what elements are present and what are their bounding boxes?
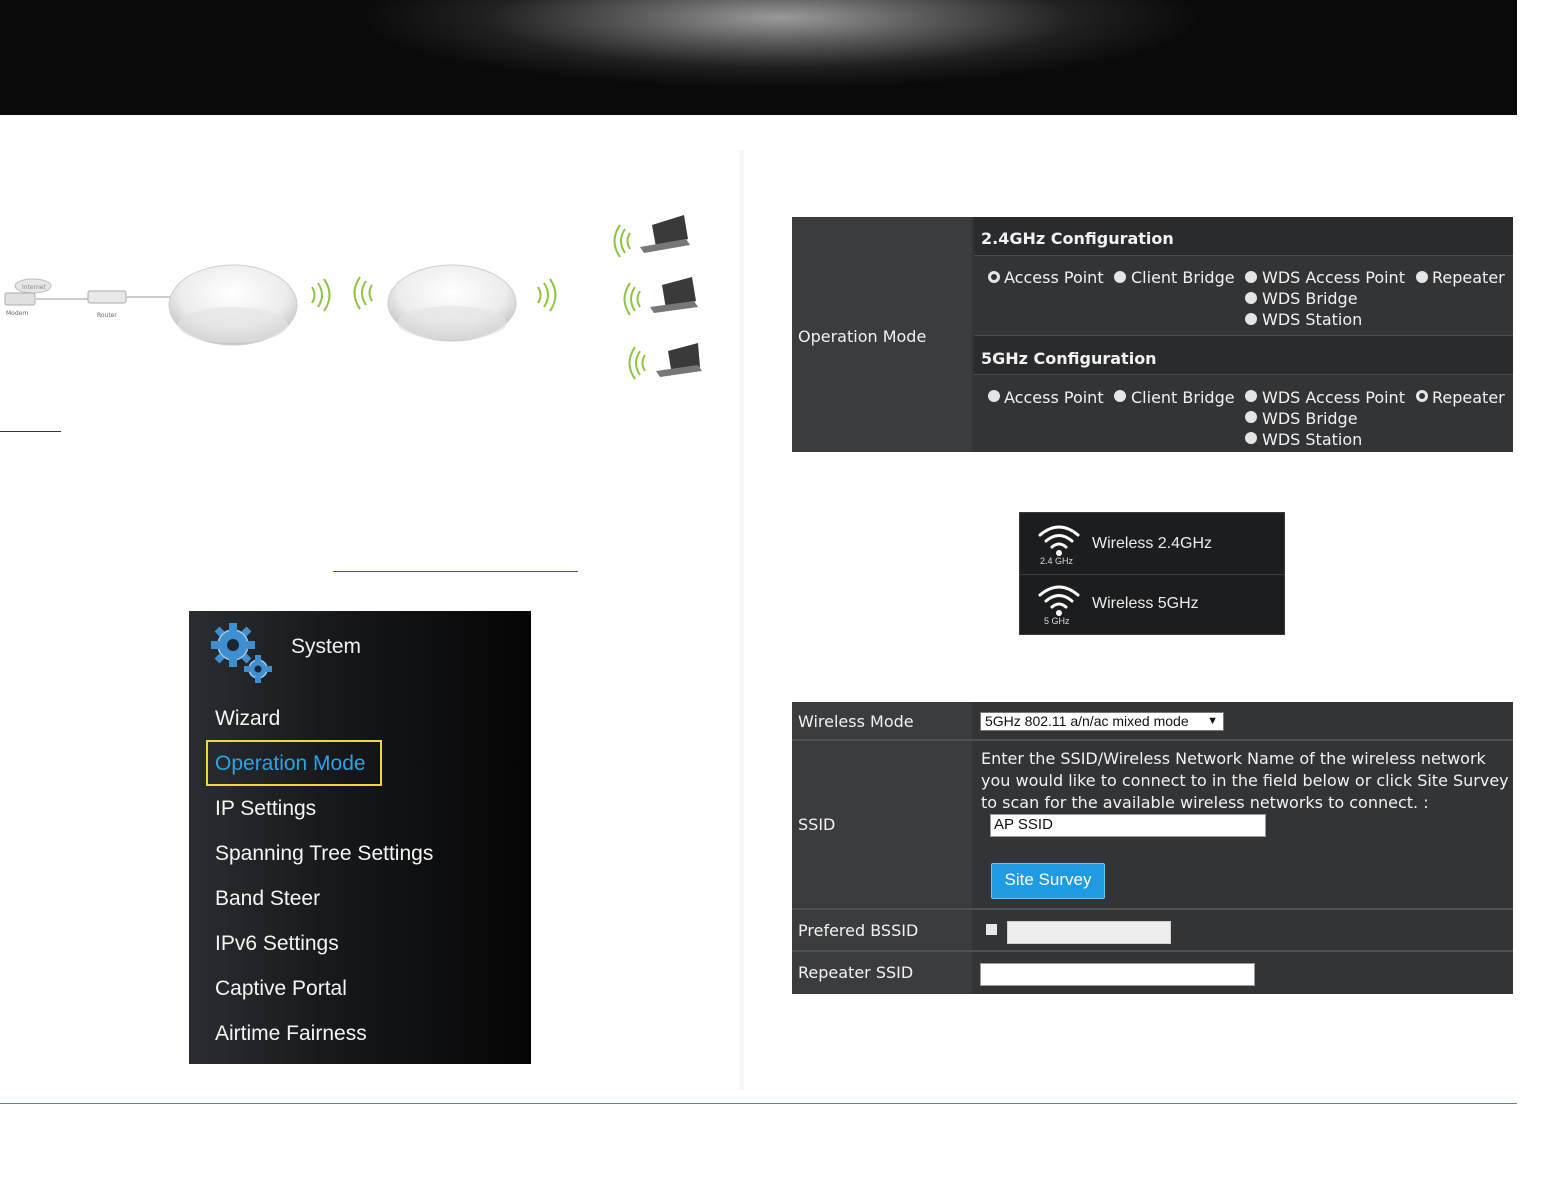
option-5-client-bridge: Client Bridge — [1131, 388, 1235, 407]
option-24-client-bridge: Client Bridge — [1131, 268, 1235, 287]
band24-header: 2.4GHz Configuration — [981, 229, 1174, 248]
row-divider — [792, 950, 1513, 952]
menu-item-band-steer[interactable]: Band Steer — [215, 886, 320, 912]
menu-item-operation-mode[interactable]: Operation Mode — [215, 751, 366, 777]
laptop-icon — [656, 343, 702, 377]
footer-rule — [0, 1103, 1517, 1104]
gears-icon — [211, 623, 272, 683]
access-point-icon — [387, 264, 517, 342]
band5-header: 5GHz Configuration — [981, 349, 1157, 368]
note-underline — [0, 431, 61, 432]
radio-5-repeater[interactable] — [1416, 390, 1428, 402]
radio-24-access-point[interactable] — [988, 271, 1000, 283]
preferred-bssid-label: Prefered BSSID — [798, 921, 919, 940]
header-banner — [0, 0, 1517, 115]
ssid-help-line-3: to scan for the available wireless netwo… — [981, 793, 1429, 812]
wireless-menu: 2.4 GHz Wireless 2.4GHz 5 GHz Wireless 5… — [1019, 512, 1285, 635]
hyperlink-underline[interactable] — [333, 571, 578, 572]
row-divider — [792, 908, 1513, 910]
row-divider — [792, 739, 1513, 741]
ssid-label: SSID — [798, 815, 836, 834]
operation-mode-label: Operation Mode — [798, 327, 927, 346]
menu-item-wireless-24[interactable]: 2.4 GHz Wireless 2.4GHz — [1020, 513, 1284, 573]
radio-5-wds-bridge[interactable] — [1245, 411, 1257, 423]
menu-item-ip-settings[interactable]: IP Settings — [215, 796, 316, 822]
radio-24-wds-station[interactable] — [1245, 313, 1257, 325]
option-5-wds-bridge: WDS Bridge — [1262, 409, 1358, 428]
laptop-icon — [650, 277, 698, 313]
band-label-5: 5 GHz — [1044, 616, 1070, 626]
system-menu: System Wizard Operation Mode IP Settings… — [189, 611, 531, 1064]
band-label-24: 2.4 GHz — [1040, 556, 1074, 566]
option-24-wds-access-point: WDS Access Point — [1262, 268, 1405, 287]
menu-item-spanning-tree[interactable]: Spanning Tree Settings — [215, 841, 433, 867]
radio-24-wds-access-point[interactable] — [1245, 271, 1257, 283]
menu-item-airtime-fairness[interactable]: Airtime Fairness — [215, 1021, 367, 1047]
option-24-wds-station: WDS Station — [1262, 310, 1363, 329]
option-24-access-point: Access Point — [1004, 268, 1104, 287]
preferred-bssid-checkbox[interactable] — [986, 924, 997, 935]
wireless-mode-select[interactable]: 5GHz 802.11 a/n/ac mixed mode ▼ — [980, 712, 1224, 731]
access-point-icon — [168, 264, 298, 346]
radio-24-repeater[interactable] — [1416, 271, 1428, 283]
radio-5-wds-access-point[interactable] — [1245, 390, 1257, 402]
radio-5-client-bridge[interactable] — [1114, 390, 1126, 402]
wireless-24-label: Wireless 2.4GHz — [1092, 535, 1213, 552]
option-24-wds-bridge: WDS Bridge — [1262, 289, 1358, 308]
laptop-icon — [640, 215, 690, 253]
preferred-bssid-input[interactable] — [1007, 921, 1171, 944]
option-5-wds-access-point: WDS Access Point — [1262, 388, 1405, 407]
wifi-icon — [1038, 585, 1080, 616]
router-icon: Router — [87, 290, 127, 319]
repeater-ssid-input[interactable] — [980, 963, 1255, 986]
ssid-input[interactable]: AP SSID — [990, 814, 1266, 837]
network-diagram: Internet Modem Router — [4, 215, 702, 380]
wireless-5-label: Wireless 5GHz — [1092, 595, 1199, 612]
dropdown-arrow-icon: ▼ — [1207, 715, 1218, 727]
option-5-access-point: Access Point — [1004, 388, 1104, 407]
row-divider — [974, 374, 1513, 375]
option-5-repeater: Repeater — [1432, 388, 1505, 407]
repeater-ssid-label: Repeater SSID — [798, 963, 914, 982]
menu-item-wizard[interactable]: Wizard — [215, 706, 280, 732]
repeater-settings-table: Wireless Mode 5GHz 802.11 a/n/ac mixed m… — [792, 702, 1513, 994]
radio-24-wds-bridge[interactable] — [1245, 292, 1257, 304]
modem-icon: Modem — [4, 292, 36, 317]
site-survey-button[interactable]: Site Survey — [991, 863, 1105, 899]
wireless-mode-value: 5GHz 802.11 a/n/ac mixed mode — [985, 713, 1189, 729]
row-divider — [974, 255, 1513, 256]
ssid-help-line-1: Enter the SSID/Wireless Network Name of … — [981, 749, 1486, 768]
column-divider — [739, 150, 745, 1090]
wireless-mode-label: Wireless Mode — [798, 712, 914, 731]
wifi-icon — [1038, 525, 1080, 556]
modem-label: Modem — [6, 310, 28, 317]
system-menu-title: System — [291, 635, 362, 658]
internet-label: Internet — [22, 284, 46, 291]
option-24-repeater: Repeater — [1432, 268, 1505, 287]
option-5-wds-station: WDS Station — [1262, 430, 1363, 449]
ssid-help-line-2: you would like to connect to in the fiel… — [981, 771, 1509, 790]
menu-item-wireless-5[interactable]: 5 GHz Wireless 5GHz — [1020, 574, 1284, 635]
radio-5-wds-station[interactable] — [1245, 432, 1257, 444]
radio-24-client-bridge[interactable] — [1114, 271, 1126, 283]
menu-item-ipv6-settings[interactable]: IPv6 Settings — [215, 931, 339, 957]
menu-item-captive-portal[interactable]: Captive Portal — [215, 976, 347, 1002]
internet-cloud-icon: Internet — [14, 278, 52, 294]
router-label: Router — [97, 312, 117, 319]
radio-5-access-point[interactable] — [988, 390, 1000, 402]
operation-mode-table: Operation Mode 2.4GHz Configuration Acce… — [792, 217, 1513, 452]
